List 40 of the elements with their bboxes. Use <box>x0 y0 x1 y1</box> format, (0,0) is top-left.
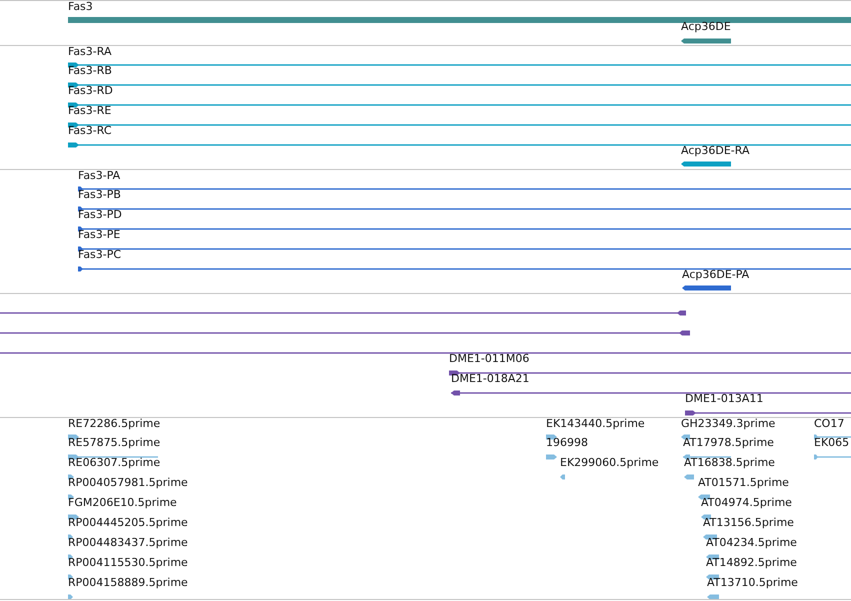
feature-label: AT16838.5prime <box>684 457 775 468</box>
feature-label: AT14892.5prime <box>706 557 797 568</box>
feature-label: AT01571.5prime <box>698 477 789 488</box>
feature-label: AT04234.5prime <box>706 537 797 548</box>
feature-label: RP004158889.5prime <box>68 577 188 588</box>
feature-label: EK143440.5prime <box>546 418 645 429</box>
feature-label: 196998 <box>546 437 588 448</box>
feature-label: AT17978.5prime <box>683 437 774 448</box>
feature-label: Acp36DE-PA <box>682 269 750 280</box>
feature-label: GH23349.3prime <box>681 418 776 429</box>
feature-label: Fas3-RE <box>68 105 112 116</box>
feature-label: Fas3-PE <box>78 229 120 240</box>
feature-label: Fas3 <box>68 1 93 12</box>
feature-label: RP004445205.5prime <box>68 517 188 528</box>
feature-label: DME1-018A21 <box>451 373 530 384</box>
feature-label: RE57875.5prime <box>68 437 160 448</box>
feature-label: CO17 <box>814 418 844 429</box>
feature-label: DME1-013A11 <box>685 393 764 404</box>
feature-label: Fas3-RD <box>68 85 113 96</box>
feature-label: Fas3-PA <box>78 170 120 181</box>
feature-label: FGM206E10.5prime <box>68 497 177 508</box>
feature-label: Fas3-RA <box>68 46 112 57</box>
feature-label: AT13156.5prime <box>703 517 794 528</box>
feature-label: Fas3-PD <box>78 209 122 220</box>
feature-label: RE72286.5prime <box>68 418 160 429</box>
feature-label: RE06307.5prime <box>68 457 160 468</box>
feature-label: Acp36DE <box>681 21 731 32</box>
feature-label: Fas3-RC <box>68 125 112 136</box>
feature-label: EK065 <box>814 437 850 448</box>
feature-label: RP004057981.5prime <box>68 477 188 488</box>
feature-label: Acp36DE-RA <box>681 145 750 156</box>
feature-label: AT13710.5prime <box>707 577 798 588</box>
feature-label: EK299060.5prime <box>560 457 659 468</box>
feature-label: RP004483437.5prime <box>68 537 188 548</box>
feature-label: Fas3-PB <box>78 189 121 200</box>
feature-label: RP004115530.5prime <box>68 557 188 568</box>
feature-label: Fas3-PC <box>78 249 122 260</box>
feature-label: AT04974.5prime <box>701 497 792 508</box>
feature-label: DME1-011M06 <box>449 353 530 364</box>
feature-label: Fas3-RB <box>68 65 112 76</box>
